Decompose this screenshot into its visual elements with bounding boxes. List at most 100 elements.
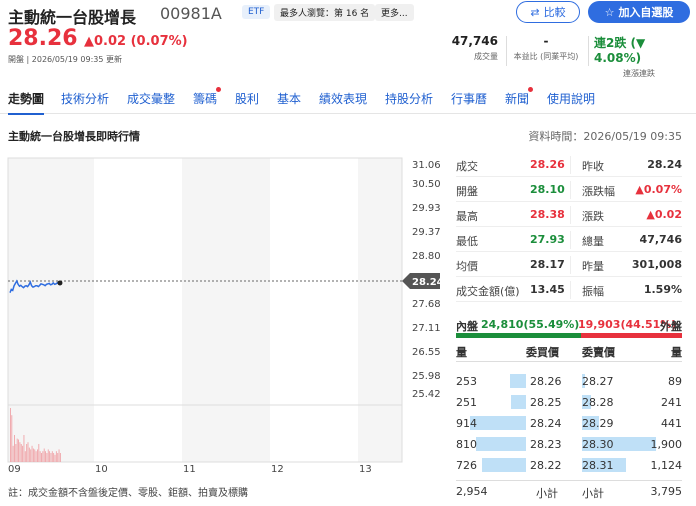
y-tick-label: 30.50 <box>412 179 441 190</box>
y-tick-label: 31.06 <box>412 160 441 171</box>
tab-performance[interactable]: 績效表現 <box>319 90 367 107</box>
ask-quantity: 441 <box>661 417 682 430</box>
stat-value: 28.10 <box>530 183 565 196</box>
ask-total-label: 小計 <box>582 487 604 500</box>
stat-value: ▲0.07% <box>635 183 682 196</box>
volume-bar <box>55 451 57 462</box>
order-book-header-cell: 量 <box>671 346 682 359</box>
stat-value: ▲0.02 <box>646 208 682 221</box>
volume-bar <box>57 453 59 462</box>
ask-price: 28.30 <box>582 438 614 451</box>
x-tick-label: 09 <box>8 464 21 475</box>
tab-chips[interactable]: 籌碼 <box>193 90 217 107</box>
tab-calendar[interactable]: 行事曆 <box>451 90 487 107</box>
last-price: 28.26 <box>8 26 78 51</box>
stat-value: 13.45 <box>530 283 565 296</box>
volume-bar <box>43 448 45 462</box>
volume-bar <box>19 442 21 462</box>
popularity-badge[interactable]: 最多人瀏覽：第 16 名 <box>274 4 376 21</box>
order-book-row: 251 28.25 28.28 241 <box>456 395 682 411</box>
tab-help[interactable]: 使用說明 <box>547 90 595 107</box>
volume-bar <box>53 453 55 462</box>
volume-bar <box>37 449 38 462</box>
star-icon: ☆ <box>604 5 615 19</box>
chart-band <box>358 158 402 462</box>
ask-price: 28.31 <box>582 459 614 472</box>
order-book-row: 253 28.26 28.27 89 <box>456 374 682 390</box>
divider <box>570 231 571 249</box>
volume-bar <box>54 454 56 462</box>
streak-label: 連漲連跌 <box>623 69 655 78</box>
stat-label: 漲跌幅 <box>582 185 615 198</box>
divider <box>570 281 571 299</box>
intraday-chart[interactable]: 28.24 <box>0 150 450 480</box>
stat-value: 28.24 <box>647 158 682 171</box>
volume-bar <box>12 445 14 462</box>
tab-news[interactable]: 新聞 <box>505 90 529 107</box>
volume-bar <box>27 442 29 462</box>
volume-bar <box>11 415 13 462</box>
stat-label: 最低 <box>456 235 478 248</box>
stat-value: 47,746 <box>639 233 682 246</box>
reference-price-label: 28.24 <box>412 277 444 288</box>
volume-bar <box>49 451 51 462</box>
tab-holdings[interactable]: 持股分析 <box>385 90 433 107</box>
ask-price: 28.28 <box>582 396 614 409</box>
outer-label: 外盤 <box>660 320 682 333</box>
pe-stat: - 本益比 (同業平均) <box>508 34 584 62</box>
order-book-header-cell: 委買價 <box>526 346 559 359</box>
order-book-row: 810 28.23 28.30 1,900 <box>456 437 682 453</box>
y-tick-label: 26.55 <box>412 347 441 358</box>
tab-basic[interactable]: 基本 <box>277 90 301 107</box>
order-book-row: 726 28.22 28.31 1,124 <box>456 458 682 474</box>
order-book-row: 914 28.24 28.29 441 <box>456 416 682 432</box>
volume-bar <box>32 448 34 462</box>
tab-dividend[interactable]: 股利 <box>235 90 259 107</box>
volume-bar <box>14 435 15 462</box>
stat-label: 昨量 <box>582 260 604 273</box>
ask-quantity: 1,124 <box>650 459 683 472</box>
add-watchlist-button[interactable]: ☆ 加入自選股 <box>588 1 690 23</box>
tab-trade-summary[interactable]: 成交彙整 <box>127 90 175 107</box>
y-tick-label: 25.42 <box>412 389 441 400</box>
tab-trend[interactable]: 走勢圖 <box>8 90 45 115</box>
y-tick-label: 29.93 <box>412 203 441 214</box>
y-tick-label: 29.37 <box>412 227 441 238</box>
bid-total: 2,954 <box>456 485 488 498</box>
bid-volume-bar <box>511 395 526 409</box>
bid-quantity: 914 <box>456 417 477 430</box>
bid-total-label: 小計 <box>536 487 558 500</box>
volume-bar <box>34 449 36 462</box>
volume-value: 47,746 <box>451 34 498 48</box>
stat-label: 最高 <box>456 210 478 223</box>
order-book-header-cell: 委賣價 <box>582 346 615 359</box>
volume-label: 成交量 <box>474 52 498 61</box>
volume-bar <box>38 444 40 462</box>
data-timestamp: 資料時間：2026/05/19 09:35 <box>528 130 682 143</box>
tab-technical[interactable]: 技術分析 <box>61 90 109 107</box>
section-title: 主動統一台股增長即時行情 <box>8 130 140 143</box>
y-tick-label: 27.11 <box>412 323 441 334</box>
more-badge[interactable]: 更多... <box>375 4 414 21</box>
volume-bar <box>15 444 17 462</box>
ask-quantity: 89 <box>668 375 682 388</box>
bid-price: 28.24 <box>530 417 562 430</box>
x-tick-label: 10 <box>95 464 108 475</box>
bid-quantity: 726 <box>456 459 477 472</box>
stats-row: 均價 28.17 昨量 301,008 <box>456 254 682 277</box>
order-book-header-cell: 量 <box>456 346 467 359</box>
volume-bar <box>28 447 30 462</box>
bid-quantity: 251 <box>456 396 477 409</box>
volume-bar <box>47 449 49 462</box>
market-status: 開盤 | 2026/05/19 09:35 更新 <box>8 55 123 64</box>
compare-button[interactable]: ⇄ 比較 <box>516 1 580 23</box>
volume-bar <box>16 438 18 462</box>
volume-bar <box>46 453 48 462</box>
divider <box>588 36 589 66</box>
divider <box>570 206 571 224</box>
volume-stat: 47,746 成交量 <box>444 34 498 62</box>
compare-label: 比較 <box>543 6 566 19</box>
bid-price: 28.25 <box>530 396 562 409</box>
streak-value: 連2跌 (▼ 4.08%) <box>594 36 646 65</box>
stat-label: 昨收 <box>582 160 604 173</box>
